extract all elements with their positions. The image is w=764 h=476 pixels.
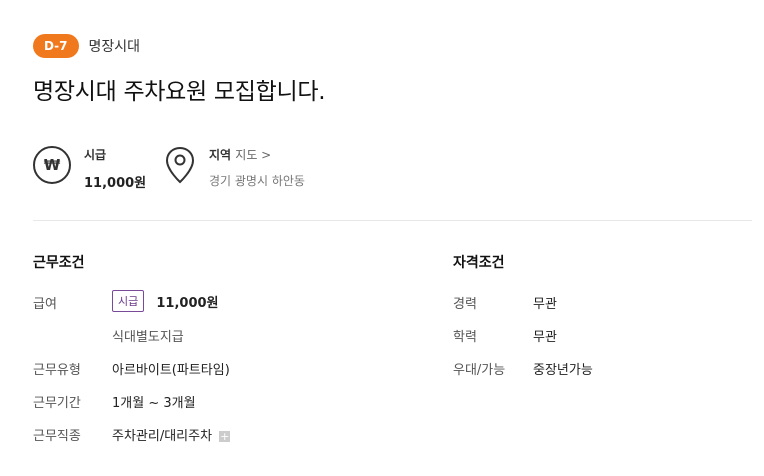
wage-label: 시급 <box>84 148 107 162</box>
work-type-label: 근무유형 <box>33 363 81 378</box>
career-label: 경력 <box>453 297 477 312</box>
job-category-text: 주차관리/대리주차 <box>112 429 213 444</box>
map-pin-icon <box>165 146 195 184</box>
won-icon: ₩ <box>33 146 71 184</box>
preference-label: 우대/가능 <box>453 363 506 378</box>
career-value: 무관 <box>533 297 557 312</box>
pay-value: 시급 11,000원 <box>112 290 219 312</box>
preference-value: 중장년가능 <box>533 363 593 378</box>
pay-label: 급여 <box>33 297 57 312</box>
company-name[interactable]: 명장시대 <box>89 36 141 56</box>
qualifications-title: 자격조건 <box>453 255 505 271</box>
pay-amount: 11,000원 <box>156 295 219 311</box>
header: D-7 명장시대 <box>33 34 140 58</box>
wage-summary: ₩ 시급 11,000원 <box>33 146 146 191</box>
wage-value: 11,000원 <box>84 176 147 191</box>
work-period-label: 근무기간 <box>33 396 81 411</box>
pay-type-badge: 시급 <box>112 290 145 312</box>
job-category-label: 근무직종 <box>33 429 81 444</box>
pay-note: 식대별도지급 <box>112 330 184 345</box>
education-label: 학력 <box>453 330 477 345</box>
work-period-value: 1개월 ~ 3개월 <box>112 396 196 411</box>
work-conditions-title: 근무조건 <box>33 255 85 271</box>
expand-plus-icon[interactable]: + <box>219 431 231 442</box>
divider <box>33 220 752 221</box>
work-type-value: 아르바이트(파트타임) <box>112 363 230 378</box>
location-value: 경기 광명시 하안동 <box>209 174 305 188</box>
map-link[interactable]: 지도 > <box>235 148 271 162</box>
education-value: 무관 <box>533 330 557 345</box>
location-summary: 지역 지도 > 경기 광명시 하안동 <box>165 146 305 189</box>
job-category-value: 주차관리/대리주차 + <box>112 425 231 444</box>
page-title: 명장시대 주차요원 모집합니다. <box>33 79 326 105</box>
dday-badge: D-7 <box>33 34 79 58</box>
location-label: 지역 <box>209 148 232 162</box>
